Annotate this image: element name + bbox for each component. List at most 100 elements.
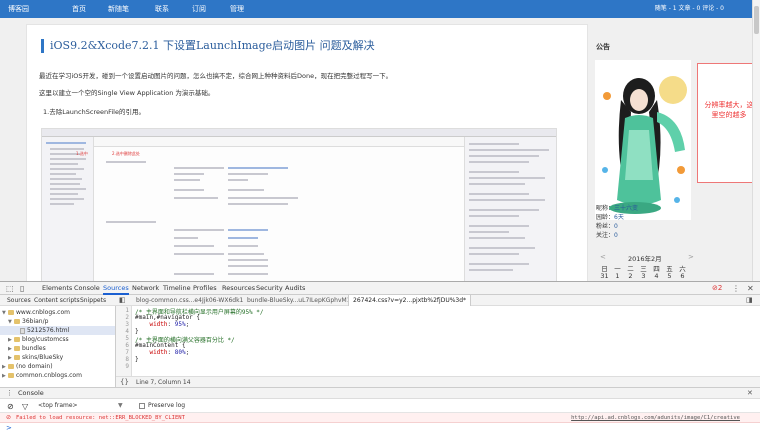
- tab-audits[interactable]: Audits: [285, 282, 305, 295]
- post-paragraph: 这里以建立一个空的Single View Application 为演示基础。: [39, 89, 215, 97]
- filter-icon[interactable]: ▽: [22, 401, 28, 412]
- calendar-day[interactable]: 3: [637, 272, 650, 280]
- nav-item-home[interactable]: 首页: [72, 0, 86, 18]
- blog-stats: 随笔 - 1 文章 - 0 评论 - 0: [654, 5, 724, 12]
- clear-console-icon[interactable]: ⊘: [7, 401, 14, 412]
- error-count-badge[interactable]: ⊘2: [712, 283, 722, 294]
- css-value: 95%: [174, 321, 186, 328]
- page-scrollbar-thumb[interactable]: [754, 6, 759, 34]
- tree-label: www.cnblogs.com: [16, 309, 70, 316]
- calendar-day[interactable]: 4: [650, 272, 663, 280]
- annotation-box: 分辨率越大，这里空的越多: [697, 63, 757, 183]
- more-options-icon[interactable]: ⋮: [732, 283, 740, 294]
- nav-tab-content-scripts[interactable]: Content scripts: [34, 295, 80, 306]
- editor-status-bar: {} Line 7, Column 14: [116, 376, 760, 387]
- nav-tab-sources[interactable]: Sources: [7, 295, 31, 306]
- preserve-log-checkbox[interactable]: [139, 403, 145, 409]
- folder-icon: [8, 364, 14, 369]
- css-property: width: [149, 321, 168, 328]
- tab-sources[interactable]: Sources: [103, 282, 129, 295]
- nickname-row: 昵称：三十六变: [596, 203, 638, 212]
- code-editor[interactable]: 1 /* 主界面和导航栏横向显示用户屏幕的95% */ 2 #main,#nav…: [116, 306, 760, 376]
- tab-timeline[interactable]: Timeline: [163, 282, 191, 295]
- tab-profiles[interactable]: Profiles: [193, 282, 217, 295]
- error-count: 2: [717, 284, 723, 292]
- code-declaration: width: 80%;: [149, 349, 190, 356]
- console-input[interactable]: >: [0, 423, 760, 436]
- nav-item-new-post[interactable]: 新随笔: [108, 0, 129, 18]
- line-number: 9: [125, 363, 129, 370]
- nav-item-site[interactable]: 博客园: [8, 0, 29, 18]
- sources-panel: Sources Content scripts Snippets ▼ www.cn…: [0, 295, 760, 387]
- file-icon: [20, 327, 25, 334]
- line-number: 4: [125, 328, 129, 335]
- calendar-day[interactable]: 2: [624, 272, 637, 280]
- tree-label: (no domain): [16, 363, 53, 370]
- calendar-day[interactable]: 1: [611, 272, 624, 280]
- post-paragraph: 最近在学习iOS开发，碰到一个设置启动图片的问题，怎么也搞不定，综合网上种种资料…: [39, 72, 393, 80]
- tab-console[interactable]: Console: [74, 282, 100, 295]
- follow-link[interactable]: 0: [614, 232, 618, 239]
- age-link[interactable]: 6天: [614, 214, 624, 221]
- post-title[interactable]: iOS9.2&Xcode7.2.1 下设置LaunchImage启动图片 问题及…: [41, 39, 375, 53]
- tab-network[interactable]: Network: [132, 282, 159, 295]
- tree-label: 5212576.html: [27, 327, 70, 334]
- calendar-day[interactable]: 5: [663, 272, 676, 280]
- tab-resources[interactable]: Resources: [222, 282, 255, 295]
- post-step: 1.去除LaunchScreenFile的引用。: [43, 108, 145, 116]
- calendar-next-button[interactable]: >: [688, 253, 694, 261]
- sources-navigator: Sources Content scripts Snippets ▼ www.cn…: [0, 295, 116, 387]
- screenshot-annotation: 2.选中删除此处: [112, 151, 140, 156]
- annotation-text: 分辨率越大，这里空的越多: [704, 101, 754, 119]
- sidebar: 公告 昵称：三十六变 园龄：6天 粉丝：0 关注：0 < 2016年2月 > 日…: [592, 24, 696, 281]
- nav-item-subscribe[interactable]: 订阅: [192, 0, 206, 18]
- inspect-icon[interactable]: ⬚: [6, 283, 14, 294]
- tree-label: skins/BlueSky: [22, 354, 64, 361]
- web-page: 博客园 首页 新随笔 联系 订阅 管理 随笔 - 1 文章 - 0 评论 - 0…: [0, 0, 760, 281]
- fans-link[interactable]: 0: [614, 223, 618, 230]
- editor-tab[interactable]: blog-common.css...e4Jjk06-WX6dk1: [132, 295, 247, 306]
- calendar-day[interactable]: 6: [676, 272, 689, 280]
- toggle-navigator-icon[interactable]: ◧: [119, 295, 126, 306]
- folder-icon: [14, 346, 20, 351]
- frame-select-arrow-icon[interactable]: ▼: [118, 402, 123, 409]
- toggle-debugger-icon[interactable]: ◨: [746, 295, 753, 306]
- code-selector: #main,#navigator {: [135, 314, 201, 321]
- nav-item-contact[interactable]: 联系: [155, 0, 169, 18]
- nickname-link[interactable]: 三十六变: [614, 205, 638, 212]
- line-number: 5: [125, 335, 129, 342]
- error-text: Failed to load resource: net::ERR_BLOCKE…: [16, 415, 185, 421]
- folder-icon: [14, 319, 20, 324]
- tree-domain[interactable]: ▶ common.cnblogs.com: [2, 371, 82, 381]
- console-drawer-header: ⋮ Console ✕: [0, 387, 760, 399]
- follow-row: 关注：0: [596, 230, 618, 239]
- line-number: 6: [125, 342, 129, 349]
- nav-tab-snippets[interactable]: Snippets: [80, 295, 106, 306]
- device-mode-icon[interactable]: ▯: [20, 283, 24, 294]
- folder-icon: [8, 310, 14, 315]
- drawer-tab-console[interactable]: Console: [18, 388, 44, 399]
- age-row: 园龄：6天: [596, 212, 624, 221]
- close-drawer-icon[interactable]: ✕: [747, 388, 753, 399]
- tree-file-selected[interactable]: 5212576.html: [0, 326, 115, 335]
- tree-label: blog/customcss: [22, 336, 69, 343]
- pretty-print-icon[interactable]: {}: [120, 377, 129, 387]
- editor-tab-active[interactable]: 267424.css?v=y2...pjxtb%2fjDU%3d*: [348, 295, 472, 306]
- tab-elements[interactable]: Elements: [42, 282, 72, 295]
- tab-security[interactable]: Security: [256, 282, 283, 295]
- frame-select[interactable]: <top frame>: [38, 402, 78, 409]
- calendar-prev-button[interactable]: <: [600, 253, 606, 261]
- line-number: 7: [125, 349, 129, 356]
- fans-label: 粉丝：: [596, 223, 615, 230]
- sidebar-title: 公告: [596, 43, 610, 51]
- drawer-menu-icon[interactable]: ⋮: [6, 388, 13, 399]
- page-scrollbar[interactable]: [752, 0, 760, 281]
- error-source-link[interactable]: http://api.ad.cnblogs.com/adunits/image/…: [571, 413, 740, 423]
- code-declaration: width: 95%;: [149, 321, 190, 328]
- calendar-day[interactable]: 31: [598, 272, 611, 280]
- line-number: 3: [125, 321, 129, 328]
- close-devtools-icon[interactable]: ✕: [747, 283, 754, 294]
- tree-label: common.cnblogs.com: [16, 372, 82, 379]
- editor-tab[interactable]: bundle-BlueSky...uL7ILepKGphvM1*: [243, 295, 358, 306]
- nav-item-manage[interactable]: 管理: [230, 0, 244, 18]
